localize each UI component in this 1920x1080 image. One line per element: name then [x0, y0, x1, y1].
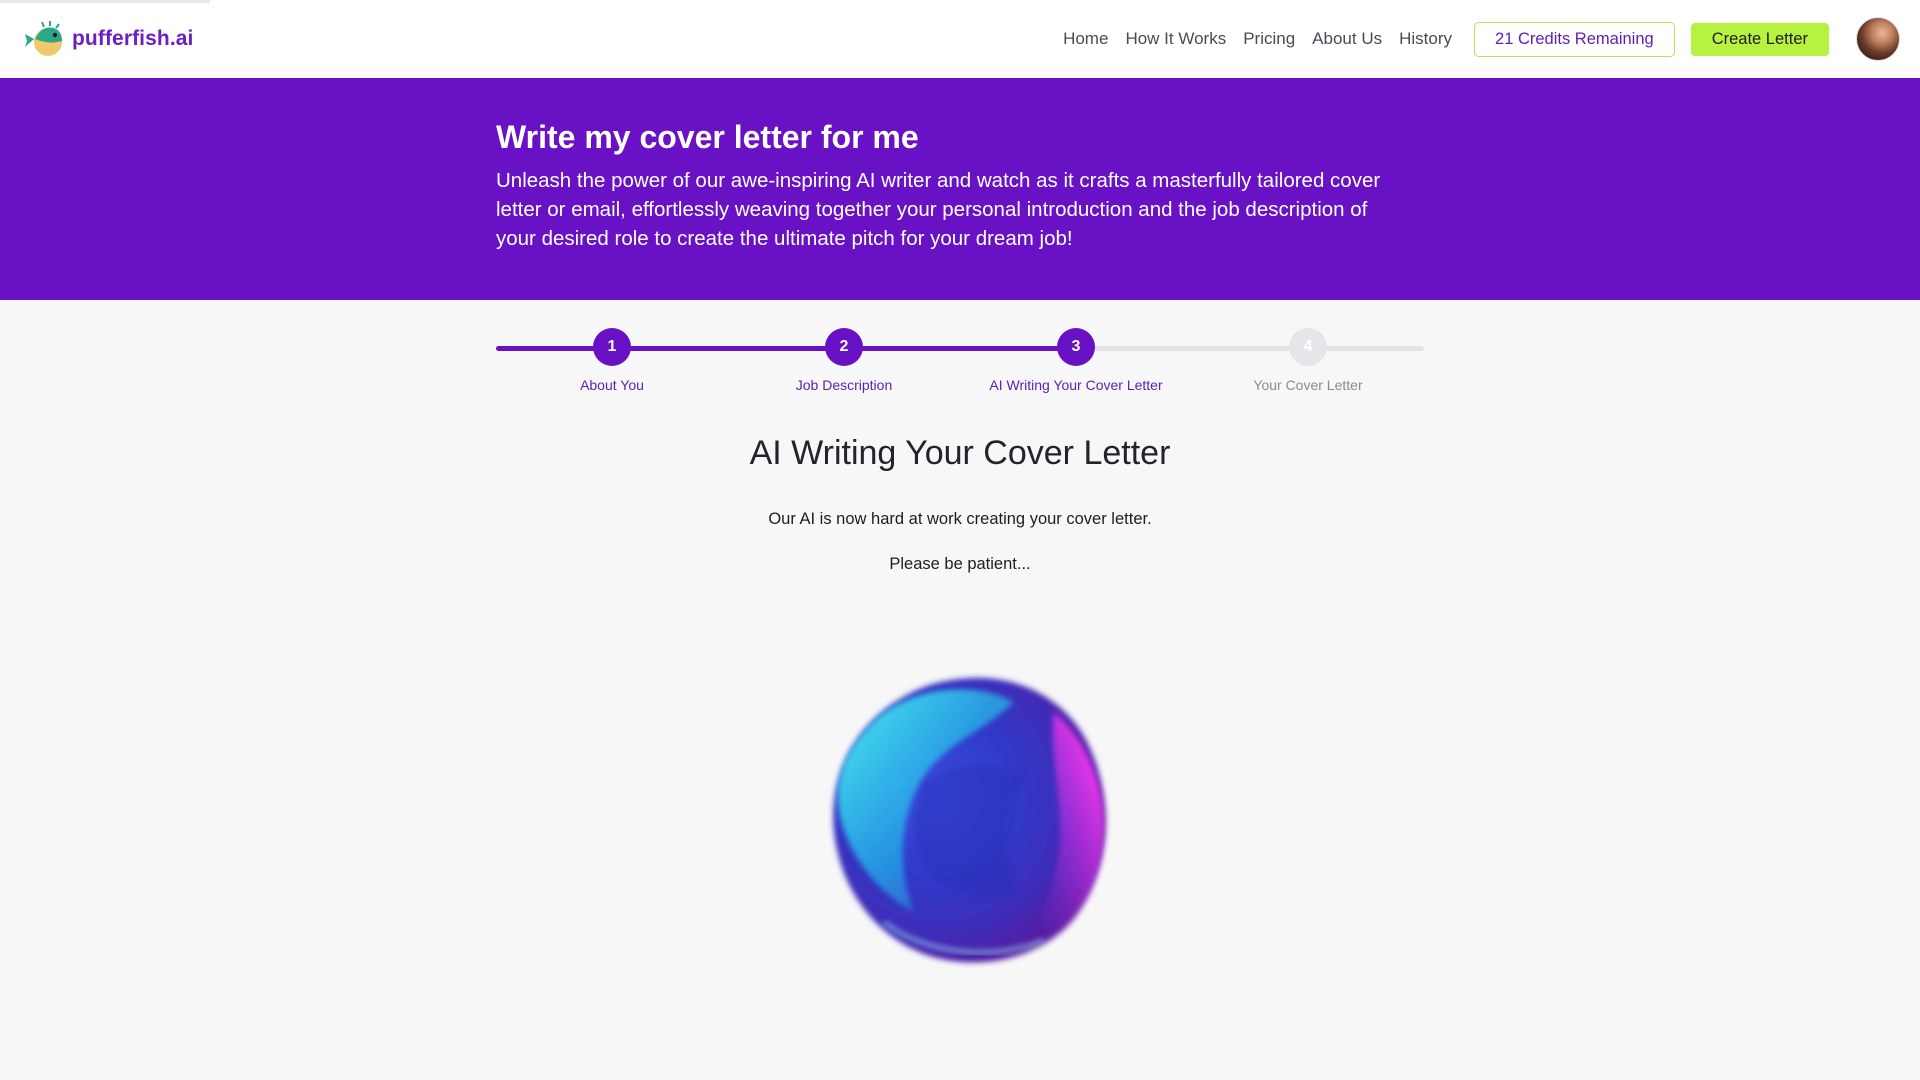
progress-stepper: 1 About You 2 Job Description 3 AI Writi… — [496, 326, 1424, 396]
nav-link-how-it-works[interactable]: How It Works — [1125, 29, 1226, 49]
top-navbar: pufferfish.ai Home How It Works Pricing … — [0, 0, 1920, 78]
step-your-cover-letter: 4 Your Cover Letter — [1192, 326, 1424, 393]
page-title: AI Writing Your Cover Letter — [749, 434, 1171, 472]
credits-remaining-button[interactable]: 21 Credits Remaining — [1474, 21, 1675, 57]
step-label: Job Description — [795, 377, 893, 393]
user-avatar[interactable] — [1856, 17, 1900, 61]
page-load-progress-line — [0, 0, 210, 3]
step-ai-writing[interactable]: 3 AI Writing Your Cover Letter — [960, 326, 1192, 393]
brand[interactable]: pufferfish.ai — [22, 19, 193, 59]
nav-link-about-us[interactable]: About Us — [1312, 29, 1382, 49]
step-number: 4 — [1289, 328, 1327, 366]
step-number: 1 — [593, 328, 631, 366]
step-number: 3 — [1057, 328, 1095, 366]
patience-message: Please be patient... — [889, 555, 1031, 573]
nav-link-history[interactable]: History — [1399, 29, 1452, 49]
step-label: About You — [580, 377, 644, 393]
step-number: 2 — [825, 328, 863, 366]
hero-banner: Write my cover letter for me Unleash the… — [0, 78, 1920, 300]
step-about-you[interactable]: 1 About You — [496, 326, 728, 393]
brand-name: pufferfish.ai — [72, 27, 194, 50]
pufferfish-logo-icon — [25, 21, 62, 56]
step-label: AI Writing Your Cover Letter — [989, 377, 1163, 393]
hero-title: Write my cover letter for me — [496, 119, 919, 155]
create-letter-button[interactable]: Create Letter — [1690, 22, 1829, 56]
hero-description: Unleash the power of our awe-inspiring A… — [496, 169, 1381, 251]
step-label: Your Cover Letter — [1253, 377, 1363, 393]
nav-link-home[interactable]: Home — [1063, 29, 1108, 49]
nav-link-pricing[interactable]: Pricing — [1243, 29, 1295, 49]
ai-orb-animation — [833, 677, 1106, 963]
status-message: Our AI is now hard at work creating your… — [768, 510, 1152, 528]
step-job-description[interactable]: 2 Job Description — [728, 326, 960, 393]
